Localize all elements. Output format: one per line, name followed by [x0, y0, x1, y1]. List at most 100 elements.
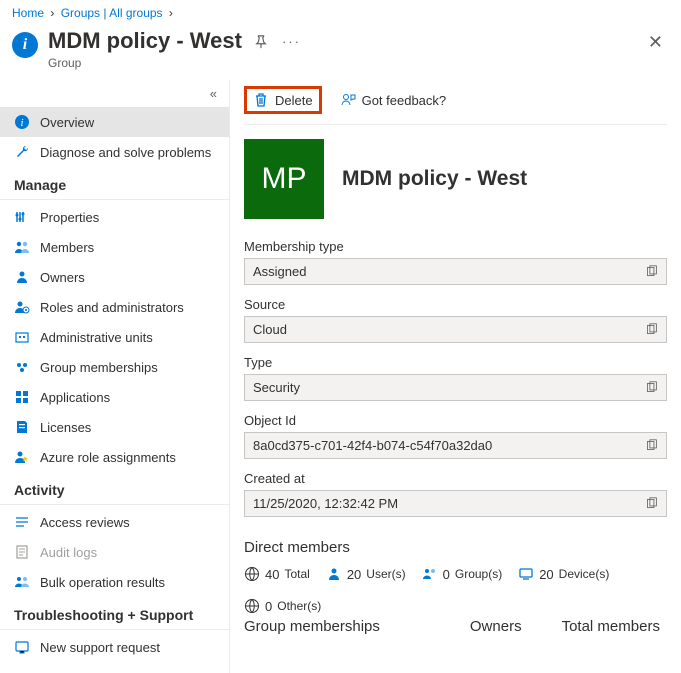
group-avatar: MP [244, 139, 324, 219]
members-icon [14, 239, 30, 255]
sidebar-section-activity: Activity [0, 472, 229, 505]
stat-devices[interactable]: 20 Device(s) [518, 566, 609, 582]
source-value: Cloud [244, 316, 667, 343]
info-circle-icon: i [14, 114, 30, 130]
page-header: i MDM policy - West Group ··· ✕ [0, 24, 681, 80]
admin-units-icon [14, 329, 30, 345]
createdat-label: Created at [244, 471, 667, 486]
more-icon[interactable]: ··· [282, 34, 301, 49]
trash-icon [253, 92, 269, 108]
objectid-value: 8a0cd375-c701-42f4-b074-c54f70a32da0 [244, 432, 667, 459]
group-memberships-icon [14, 359, 30, 375]
properties-icon [14, 209, 30, 225]
collapse-icon[interactable]: « [0, 84, 229, 107]
sidebar: « i Overview Diagnose and solve problems… [0, 80, 230, 673]
owners-heading: Owners [470, 618, 522, 635]
delete-button[interactable]: Delete [253, 92, 313, 108]
type-value: Security [244, 374, 667, 401]
sidebar-item-bulk-results[interactable]: Bulk operation results [0, 567, 229, 597]
createdat-value: 11/25/2020, 12:32:42 PM [244, 490, 667, 517]
audit-logs-icon [14, 544, 30, 560]
svg-text:i: i [20, 117, 23, 129]
support-icon [14, 639, 30, 655]
user-icon [326, 566, 342, 582]
azure-role-icon [14, 449, 30, 465]
sidebar-item-label: Roles and administrators [40, 300, 184, 315]
sidebar-item-label: Properties [40, 210, 99, 225]
sidebar-item-label: Members [40, 240, 94, 255]
direct-members-title: Direct members [244, 539, 667, 556]
sidebar-item-label: Administrative units [40, 330, 153, 345]
sidebar-item-label: Diagnose and solve problems [40, 145, 211, 160]
sidebar-section-support: Troubleshooting + Support [0, 597, 229, 630]
sidebar-item-applications[interactable]: Applications [0, 382, 229, 412]
sidebar-item-label: Overview [40, 115, 94, 130]
applications-icon [14, 389, 30, 405]
copy-icon[interactable] [645, 439, 658, 452]
sidebar-item-label: Applications [40, 390, 110, 405]
sidebar-item-label: Licenses [40, 420, 91, 435]
sidebar-item-group-memberships[interactable]: Group memberships [0, 352, 229, 382]
sidebar-item-properties[interactable]: Properties [0, 202, 229, 232]
sidebar-section-manage: Manage [0, 167, 229, 200]
sidebar-item-label: Bulk operation results [40, 575, 165, 590]
total-members-heading: Total members [562, 618, 660, 635]
sidebar-item-label: Audit logs [40, 545, 97, 560]
copy-icon[interactable] [645, 381, 658, 394]
sidebar-item-diagnose[interactable]: Diagnose and solve problems [0, 137, 229, 167]
stat-total[interactable]: 40 Total [244, 566, 310, 582]
sidebar-item-members[interactable]: Members [0, 232, 229, 262]
content-area: Delete Got feedback? MP MDM policy - Wes… [230, 80, 681, 673]
globe-icon [244, 598, 260, 614]
entity-header: MP MDM policy - West [244, 139, 667, 219]
globe-icon [244, 566, 260, 582]
feedback-button[interactable]: Got feedback? [340, 92, 447, 108]
copy-icon[interactable] [645, 323, 658, 336]
breadcrumb-home[interactable]: Home [12, 6, 44, 20]
sidebar-item-label: Group memberships [40, 360, 158, 375]
objectid-label: Object Id [244, 413, 667, 428]
source-label: Source [244, 297, 667, 312]
sidebar-item-label: Owners [40, 270, 85, 285]
sidebar-item-label: Access reviews [40, 515, 130, 530]
sidebar-item-label: Azure role assignments [40, 450, 176, 465]
sidebar-item-label: New support request [40, 640, 160, 655]
sidebar-item-access-reviews[interactable]: Access reviews [0, 507, 229, 537]
toolbar: Delete Got feedback? [244, 80, 667, 125]
stat-others[interactable]: 0 Other(s) [244, 598, 321, 614]
membership-type-label: Membership type [244, 239, 667, 254]
sidebar-item-overview[interactable]: i Overview [0, 107, 229, 137]
stat-groups[interactable]: 0 Group(s) [422, 566, 503, 582]
sidebar-item-new-support[interactable]: New support request [0, 632, 229, 662]
feedback-icon [340, 92, 356, 108]
owners-icon [14, 269, 30, 285]
close-icon[interactable]: ✕ [648, 32, 663, 53]
sidebar-item-owners[interactable]: Owners [0, 262, 229, 292]
info-icon: i [12, 32, 38, 58]
entity-name: MDM policy - West [342, 167, 527, 191]
delete-label: Delete [275, 93, 313, 108]
copy-icon[interactable] [645, 497, 658, 510]
sidebar-item-licenses[interactable]: Licenses [0, 412, 229, 442]
sidebar-item-audit-logs[interactable]: Audit logs [0, 537, 229, 567]
stat-users[interactable]: 20 User(s) [326, 566, 406, 582]
direct-members-stats: 40 Total 20 User(s) 0 Group(s) 20 Device… [244, 566, 667, 614]
roles-icon [14, 299, 30, 315]
copy-icon[interactable] [645, 265, 658, 278]
sidebar-item-admin-units[interactable]: Administrative units [0, 322, 229, 352]
bulk-results-icon [14, 574, 30, 590]
page-title: MDM policy - West [48, 28, 242, 54]
group-memberships-heading: Group memberships [244, 618, 380, 635]
delete-highlight: Delete [244, 86, 322, 114]
device-icon [518, 566, 534, 582]
licenses-icon [14, 419, 30, 435]
sidebar-item-roles[interactable]: Roles and administrators [0, 292, 229, 322]
membership-type-value: Assigned [244, 258, 667, 285]
sidebar-item-azure-roles[interactable]: Azure role assignments [0, 442, 229, 472]
breadcrumb-groups[interactable]: Groups | All groups [61, 6, 163, 20]
page-subtitle: Group [48, 56, 242, 70]
feedback-label: Got feedback? [362, 93, 447, 108]
breadcrumb: Home › Groups | All groups › [0, 0, 681, 24]
pin-icon[interactable] [254, 35, 268, 49]
wrench-icon [14, 144, 30, 160]
